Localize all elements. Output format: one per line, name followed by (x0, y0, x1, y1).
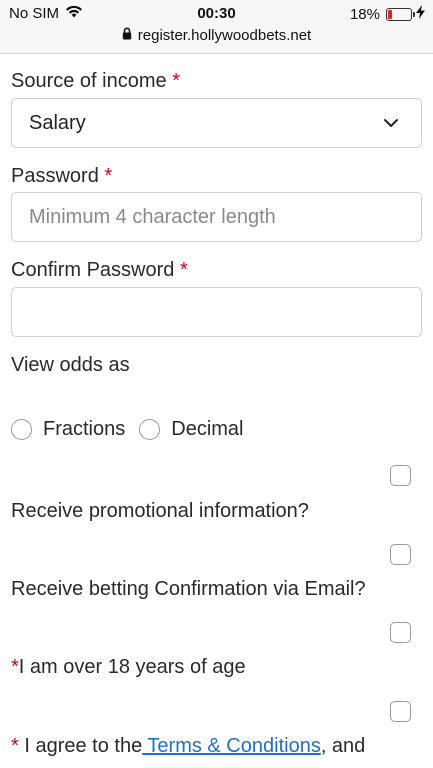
lock-icon (122, 27, 132, 44)
confirm-password-label-text: Confirm Password (11, 259, 175, 281)
view-odds-label: View odds as (11, 354, 130, 376)
fractions-radio[interactable] (11, 419, 32, 440)
promotional-label: Receive promotional information? (11, 500, 309, 522)
charging-bolt-icon (416, 5, 425, 23)
status-right: 18% (350, 5, 425, 23)
decimal-label[interactable]: Decimal (171, 418, 243, 441)
password-placeholder: Minimum 4 character length (29, 206, 276, 228)
required-mark: * (104, 165, 113, 187)
age-label-text: I am over 18 years of age (18, 656, 246, 678)
password-field[interactable]: Minimum 4 character length (11, 192, 422, 242)
terms-prefix: I agree to the (18, 735, 143, 757)
age-label: *I am over 18 years of age (11, 656, 246, 679)
address-bar[interactable]: register.hollywoodbets.net (0, 27, 433, 44)
fractions-label[interactable]: Fractions (43, 418, 125, 441)
source-of-income-select[interactable]: Salary (11, 98, 422, 148)
terms-link[interactable]: Terms & Conditions (142, 735, 320, 757)
chevron-down-icon (383, 115, 399, 136)
age-checkbox[interactable] (390, 622, 411, 643)
required-mark: * (172, 70, 180, 92)
source-of-income-label-text: Source of income (11, 70, 167, 92)
battery-percent: 18% (349, 5, 380, 23)
required-mark: * (11, 656, 19, 678)
terms-suffix: , and (320, 735, 366, 757)
url-text: register.hollywoodbets.net (137, 27, 312, 44)
battery-nub (413, 11, 415, 17)
password-label: Password * (11, 165, 112, 188)
source-of-income-value: Salary (29, 112, 86, 134)
confirm-password-field[interactable] (11, 287, 422, 337)
odds-radio-group: Fractions Decimal (11, 418, 258, 441)
required-mark: * (179, 259, 188, 281)
promotional-checkbox[interactable] (390, 465, 411, 486)
betting-email-label: Receive betting Confirmation via Email? (11, 578, 366, 600)
battery-level (388, 9, 392, 19)
betting-email-checkbox[interactable] (390, 544, 411, 565)
terms-label: * I agree to the Terms & Conditions, and (11, 735, 365, 758)
password-label-text: Password (11, 165, 99, 187)
source-of-income-label: Source of income * (11, 70, 180, 93)
terms-checkbox[interactable] (390, 701, 411, 722)
decimal-radio[interactable] (139, 419, 161, 440)
status-bar: No SIM 00:30 18% register.hollywoodbets.… (0, 0, 433, 54)
battery-icon (386, 7, 415, 21)
required-mark: * (11, 735, 19, 757)
confirm-password-label: Confirm Password * (11, 259, 188, 282)
